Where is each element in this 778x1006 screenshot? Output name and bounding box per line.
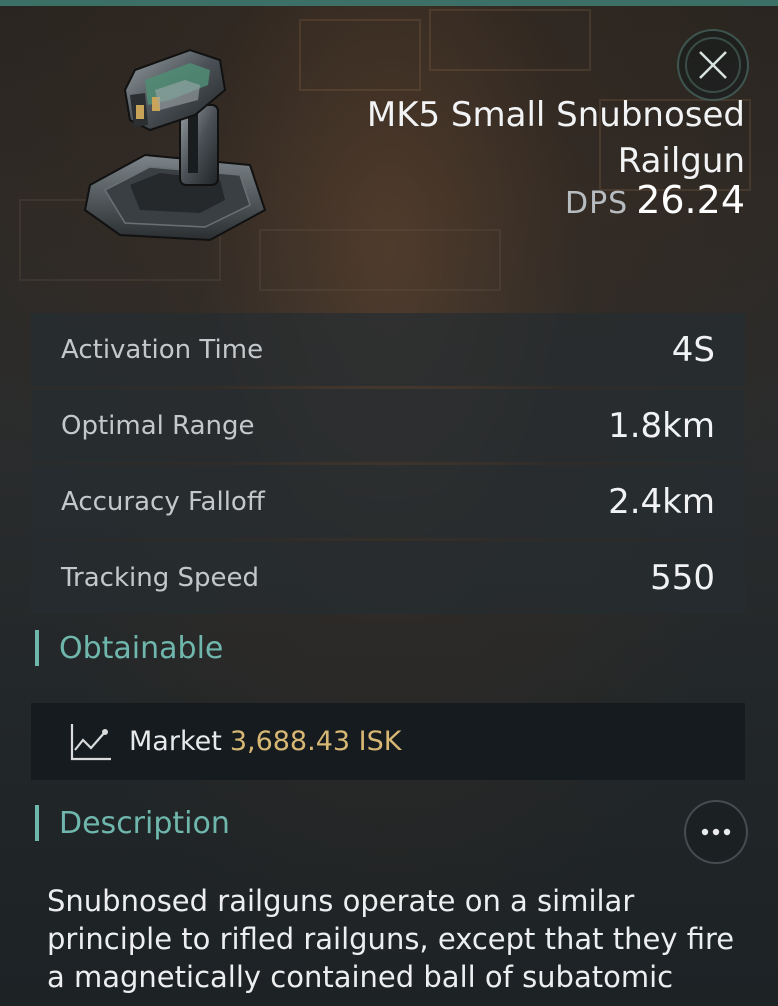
stat-row-accuracy-falloff: Accuracy Falloff 2.4km [31,465,745,538]
section-accent-bar [35,630,39,666]
stat-row-optimal-range: Optimal Range 1.8km [31,389,745,462]
market-row[interactable]: Market 3,688.43 ISK [31,703,745,780]
more-options-button[interactable] [684,800,748,864]
dps-readout: DPS 26.24 [565,178,745,222]
more-icon [701,828,731,836]
stat-row-tracking-speed: Tracking Speed 550 [31,541,745,614]
description-heading-text: Description [59,805,230,841]
description-heading: Description [35,805,230,841]
stat-label: Accuracy Falloff [61,486,265,517]
stats-table: Activation Time 4S Optimal Range 1.8km A… [31,313,745,617]
close-icon [699,51,727,79]
item-title: MK5 Small Snubnosed Railgun [366,95,745,181]
stat-label: Activation Time [61,334,264,365]
stat-label: Optimal Range [61,410,255,441]
obtainable-heading-text: Obtainable [59,630,224,666]
obtainable-heading: Obtainable [35,630,223,666]
dps-value: 26.24 [636,178,745,222]
description-text: Snubnosed railguns operate on a similar … [47,884,735,994]
stat-value: 4S [671,329,715,370]
close-button[interactable] [677,29,749,101]
railgun-item-image [83,48,267,242]
stat-value: 550 [650,557,715,598]
stat-label: Tracking Speed [61,562,260,593]
market-label: Market [129,726,222,757]
stat-row-activation-time: Activation Time 4S [31,313,745,386]
stat-value: 2.4km [608,481,715,522]
market-chart-icon [70,723,111,760]
market-price: 3,688.43 ISK [229,726,402,757]
stat-value: 1.8km [608,405,715,446]
section-accent-bar [35,805,39,841]
dps-label: DPS [564,186,629,221]
